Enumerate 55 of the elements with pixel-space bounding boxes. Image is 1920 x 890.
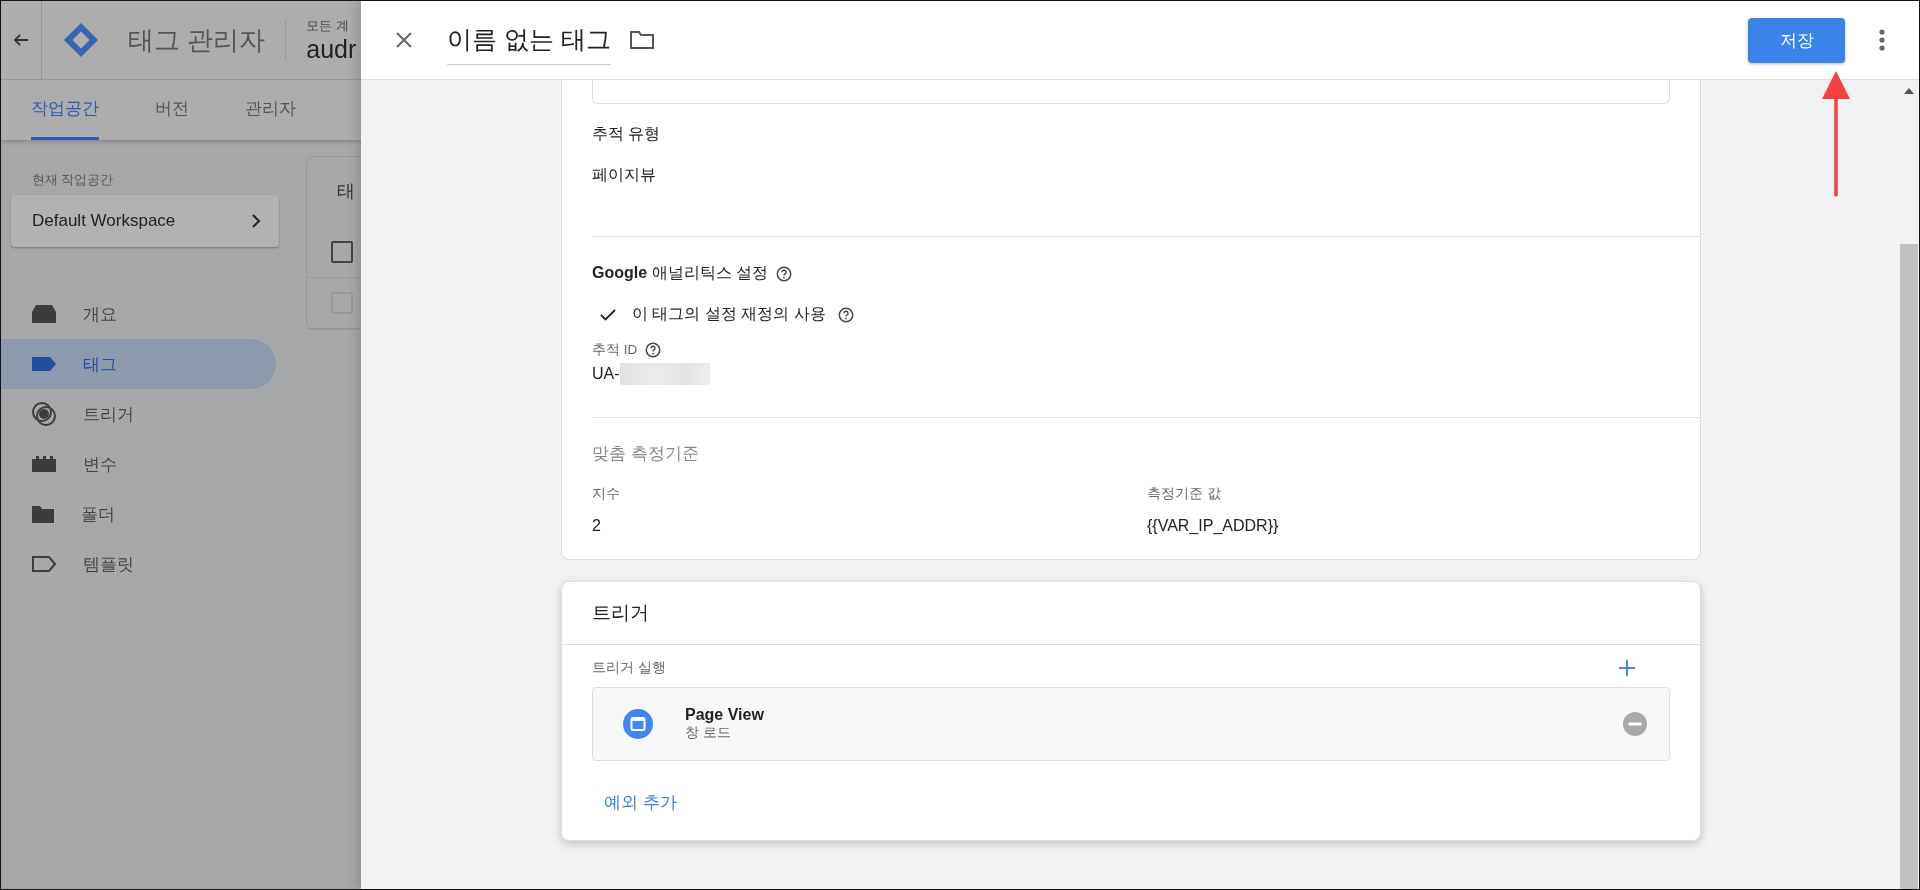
scroll-up-icon[interactable]	[1904, 88, 1914, 94]
product-name: 태그 관리자	[128, 23, 266, 57]
more-icon[interactable]	[1879, 29, 1885, 51]
help-icon[interactable]	[645, 342, 662, 358]
nav-tab[interactable]: 버전	[155, 80, 189, 140]
workspace-selector[interactable]: Default Workspace	[11, 195, 279, 247]
chevron-icon	[251, 214, 261, 228]
checkbox[interactable]	[331, 241, 353, 263]
tray-icon	[31, 304, 57, 324]
folder-icon[interactable]	[628, 29, 655, 51]
section-label: 트리거 실행	[592, 659, 666, 677]
table-cell-text: {{VAR_IP_ADDR}}	[1147, 517, 1280, 535]
nav-tab[interactable]: 작업공간	[31, 80, 99, 140]
help-icon[interactable]	[837, 306, 854, 323]
sidebar-item[interactable]: 개요	[1, 289, 276, 339]
field-label: 추적 ID	[592, 341, 638, 359]
workspace-label: 현재 작업공간	[32, 172, 115, 189]
scrollbar[interactable]	[1899, 80, 1919, 889]
save-button[interactable]: 저장	[1748, 17, 1845, 63]
container-name[interactable]: audr	[306, 34, 357, 64]
checkbox-label: 이 태그의 설정 재정의 사용	[632, 304, 826, 324]
sidebar-item[interactable]: 태그	[1, 339, 276, 389]
section-title: Google 애널리틱스 설정	[592, 263, 768, 283]
add-icon[interactable]	[1618, 659, 1636, 677]
column-header: 지수	[592, 485, 621, 503]
field-value: UA-	[592, 365, 620, 383]
help-icon[interactable]	[776, 265, 792, 282]
folder-icon	[31, 504, 55, 524]
section-title: 맞춤 측정기준	[592, 443, 700, 465]
check-icon[interactable]	[600, 308, 616, 321]
tag-name-field[interactable]: 이름 없는 태그	[447, 15, 611, 65]
card-title: 트리거	[562, 582, 1700, 645]
close-icon[interactable]	[395, 31, 413, 49]
table-cell-text: 2	[592, 517, 602, 535]
add-exception-link[interactable]: 예외 추가	[604, 791, 677, 814]
circles-icon	[31, 401, 57, 427]
column-header: 측정기준 값	[1147, 485, 1222, 503]
sidebar-item[interactable]: 템플릿	[1, 539, 276, 589]
logo-icon	[62, 21, 100, 59]
trigger-name: Page View	[685, 706, 764, 724]
back-icon[interactable]	[13, 32, 29, 48]
nav-tab[interactable]: 관리자	[245, 80, 296, 140]
window-icon	[623, 709, 653, 739]
trigger-type: 창 로드	[685, 724, 732, 742]
brick-icon	[31, 456, 57, 472]
account-label: 모든 계	[306, 16, 350, 35]
tag-icon	[31, 356, 57, 372]
field-label: 추적 유형	[592, 124, 662, 144]
sidebar-item[interactable]: 변수	[1, 439, 276, 489]
trigger-row[interactable]: Page View 창 로드	[592, 687, 1670, 761]
sidebar-item[interactable]: 폴더	[1, 489, 276, 539]
card-title: 태	[336, 180, 356, 203]
tag-outline-icon	[31, 555, 57, 573]
field-value: 페이지뷰	[592, 165, 657, 185]
sidebar-item[interactable]: 트리거	[1, 389, 276, 439]
